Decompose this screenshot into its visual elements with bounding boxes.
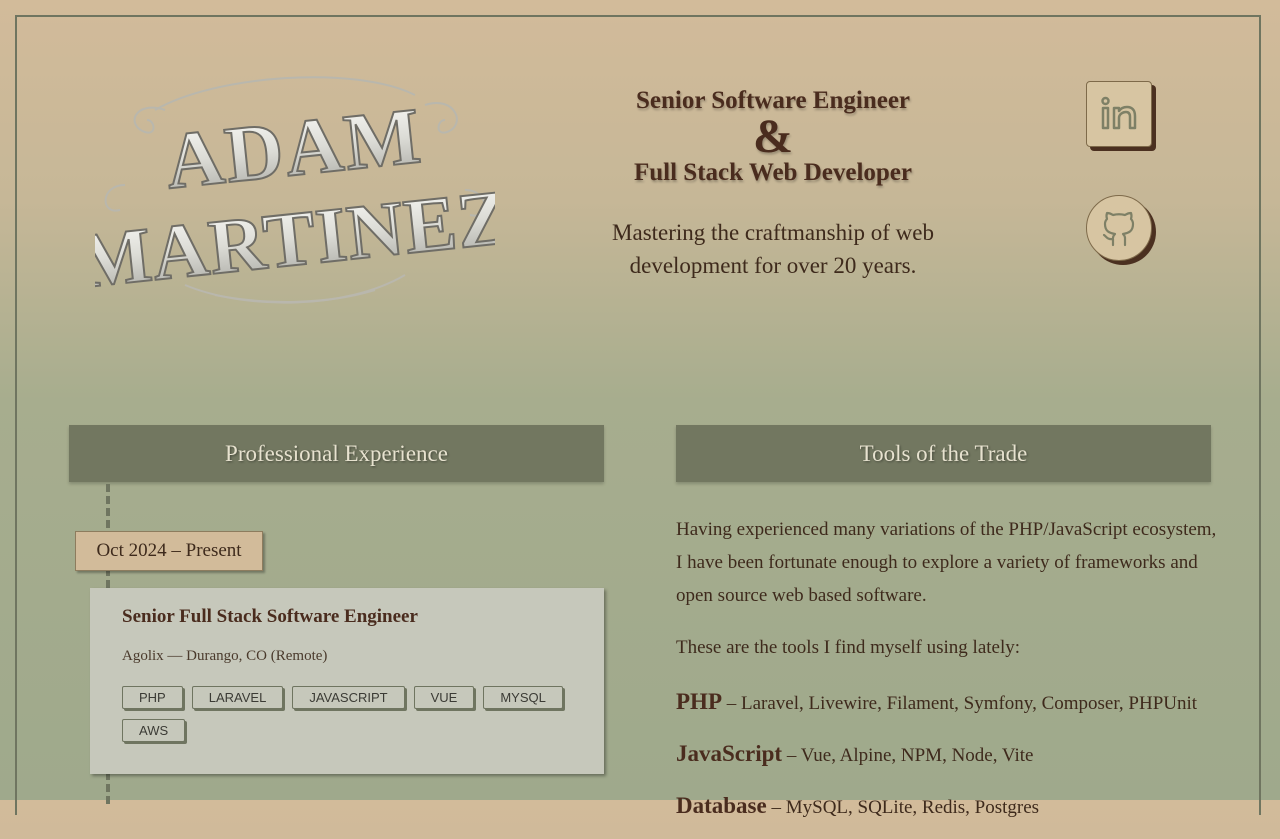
linkedin-icon	[1101, 96, 1137, 130]
tag-php: PHP	[122, 686, 183, 709]
experience-heading: Professional Experience	[69, 425, 604, 482]
title-ampersand: &	[753, 110, 793, 163]
tool-category-items: – Laravel, Livewire, Filament, Symfony, …	[726, 693, 1198, 714]
tool-category-items: – Vue, Alpine, NPM, Node, Vite	[786, 745, 1034, 766]
tool-category-name: Database	[676, 793, 767, 818]
tool-category-name: JavaScript	[676, 741, 783, 766]
job-tags: PHP LARAVEL JAVASCRIPT VUE MYSQL AWS	[122, 686, 582, 742]
tools-intro: Having experienced many variations of th…	[676, 519, 1217, 606]
tag-aws: AWS	[122, 719, 186, 742]
linkedin-button[interactable]	[1086, 81, 1152, 147]
tools-heading-label: Tools of the Trade	[859, 440, 1028, 466]
tools-heading: Tools of the Trade	[676, 425, 1211, 482]
job-date-tag: Oct 2024 – Present	[75, 531, 263, 571]
tools-lead: These are the tools I find myself using …	[676, 637, 1021, 658]
tools-section: Having experienced many variations of th…	[676, 513, 1221, 839]
name-logo: ADAM MARTINEZ	[95, 76, 495, 306]
job-card: Senior Full Stack Software Engineer Agol…	[90, 588, 604, 774]
tag-vue: VUE	[413, 686, 475, 709]
job-company: Agolix — Durango, CO (Remote)	[122, 648, 328, 664]
title-line-2: Full Stack Web Developer	[633, 159, 912, 186]
tool-category-items: – MySQL, SQLite, Redis, Postgres	[771, 797, 1040, 818]
tool-category-name: PHP	[676, 689, 722, 714]
tag-mysql: MYSQL	[483, 686, 563, 709]
tool-category-php: PHP – Laravel, Livewire, Filament, Symfo…	[676, 683, 1221, 723]
tag-javascript: JAVASCRIPT	[292, 686, 405, 709]
tool-category-javascript: JavaScript – Vue, Alpine, NPM, Node, Vit…	[676, 735, 1221, 775]
tool-category-database: Database – MySQL, SQLite, Redis, Postgre…	[676, 787, 1221, 827]
tagline: Mastering the craftmanship of web develo…	[612, 220, 934, 278]
experience-heading-label: Professional Experience	[225, 440, 448, 466]
job-title: Senior Full Stack Software Engineer	[122, 606, 418, 627]
tag-laravel: LARAVEL	[191, 686, 284, 709]
github-icon	[1102, 211, 1135, 247]
github-button[interactable]	[1086, 195, 1152, 261]
title-block: Senior Software Engineer & Full Stack We…	[573, 86, 973, 188]
